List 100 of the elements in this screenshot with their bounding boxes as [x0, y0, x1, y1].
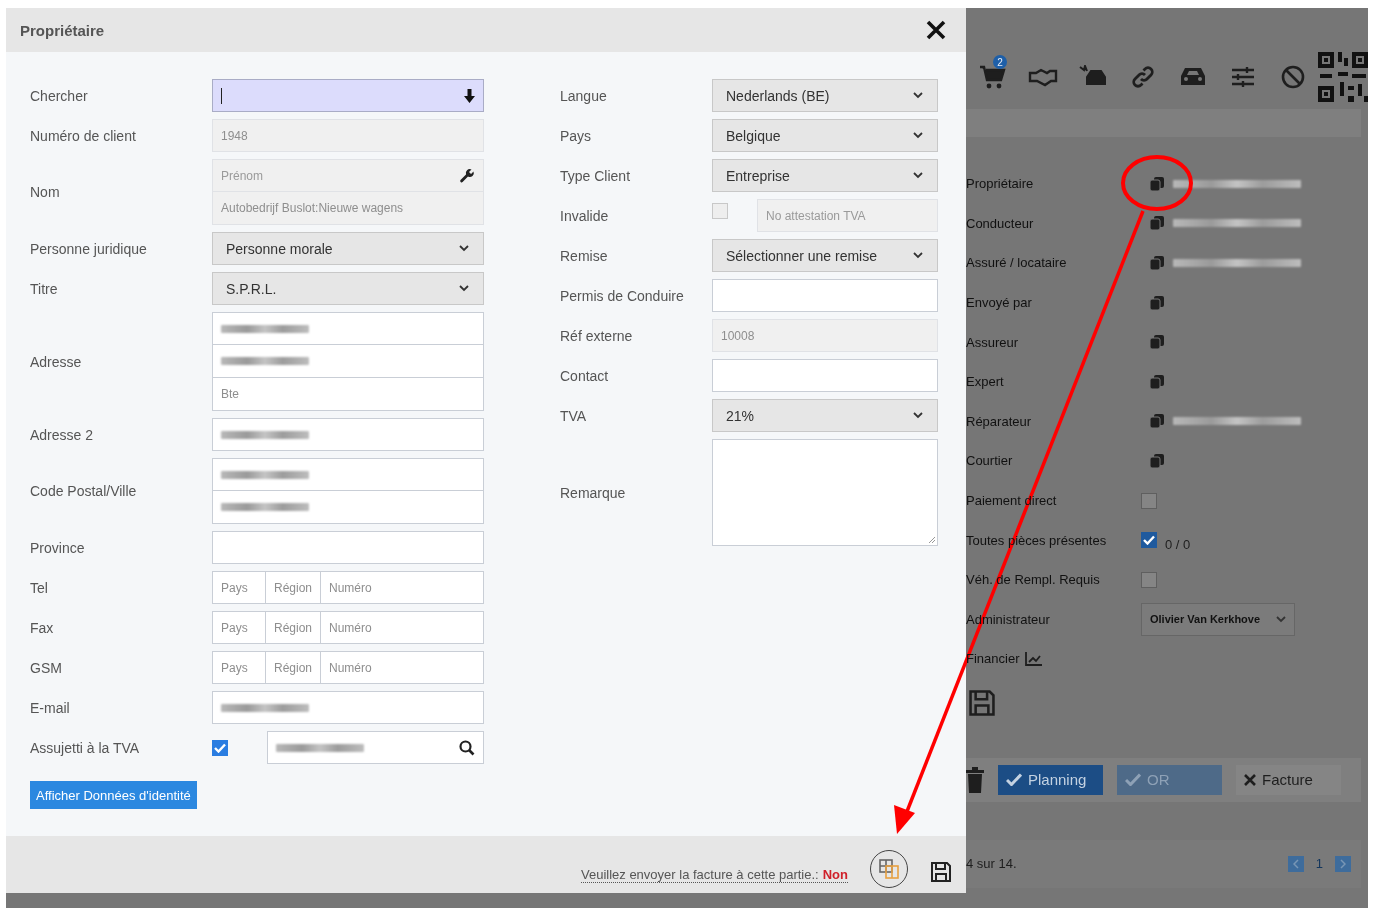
row-label: Réparateur — [966, 413, 1033, 429]
line-chart-icon — [1025, 651, 1043, 666]
checkbox[interactable] — [212, 739, 228, 756]
qr-code-icon — [1318, 52, 1368, 102]
status-button[interactable]: Planning — [998, 764, 1103, 795]
field-label: Remarque — [560, 484, 627, 501]
select-dropdown[interactable]: Nederlands (BE) — [712, 79, 938, 112]
text-field[interactable]: Région — [266, 571, 321, 604]
text-field[interactable] — [212, 531, 484, 564]
field-label: Code Postal/Ville — [30, 483, 138, 499]
select-dropdown[interactable]: Sélectionner une remise — [712, 239, 938, 272]
checkbox[interactable] — [1141, 532, 1157, 549]
field-label: Adresse — [30, 353, 83, 370]
field-label: Type Client — [560, 167, 632, 184]
previous-page-button[interactable] — [1287, 855, 1304, 872]
check-icon — [1006, 773, 1022, 787]
text-field[interactable] — [212, 345, 484, 378]
text-field[interactable]: Numéro — [321, 611, 484, 644]
save-icon — [968, 688, 996, 717]
text-field[interactable] — [212, 491, 484, 524]
field-label: Nom — [30, 184, 61, 200]
text-field[interactable]: Pays — [212, 651, 266, 684]
text-field[interactable] — [212, 691, 484, 724]
count-text: 0 / 0 — [1165, 536, 1191, 552]
text-field[interactable]: Bte — [212, 378, 484, 411]
search-icon — [459, 739, 475, 756]
text-field[interactable] — [267, 731, 484, 764]
field-label: Assujetti à la TVA — [30, 739, 141, 756]
checkbox[interactable] — [1141, 492, 1157, 509]
chevron-down-icon — [459, 245, 469, 252]
copy-icon — [1149, 413, 1165, 430]
grid-icon — [878, 858, 900, 880]
text-field[interactable] — [212, 458, 484, 491]
copy-icon — [1149, 452, 1165, 469]
field-label: Permis de Conduire — [560, 287, 685, 304]
link-icon — [1131, 65, 1155, 89]
field-label: Langue — [560, 87, 608, 104]
copy-icon — [1149, 294, 1165, 311]
field-label: E-mail — [30, 699, 71, 716]
field-label: Fax — [30, 619, 55, 636]
layout-button[interactable] — [870, 850, 908, 888]
field-label: Personne juridique — [30, 240, 148, 257]
row-label: Financier — [966, 651, 1020, 667]
wrench-icon — [459, 167, 475, 184]
check-icon — [1143, 535, 1155, 546]
copy-icon — [1149, 373, 1165, 390]
row-label: Conducteur — [966, 215, 1035, 231]
row-label: Envoyé par — [966, 295, 1033, 311]
save-button[interactable] — [930, 861, 952, 883]
close-button[interactable] — [926, 20, 946, 40]
chevron-right-icon — [1340, 858, 1346, 869]
chevron-down-icon — [913, 92, 923, 99]
copy-icon — [1149, 175, 1165, 192]
select-dropdown[interactable]: Olivier Van Kerkhove — [1141, 602, 1295, 636]
row-label: Courtier — [966, 453, 1014, 469]
text-field[interactable]: Région — [266, 611, 321, 644]
check-icon — [214, 742, 226, 753]
select-dropdown[interactable]: Personne morale — [212, 232, 484, 265]
page-number[interactable]: 1 — [1315, 856, 1323, 872]
check-icon — [1125, 773, 1141, 787]
chevron-down-icon — [913, 132, 923, 139]
down-arrow-icon — [464, 88, 475, 103]
text-field[interactable]: Région — [266, 651, 321, 684]
field-label: Réf externe — [560, 327, 634, 344]
search-field[interactable] — [212, 79, 484, 112]
row-label: Assureur — [966, 334, 1020, 350]
select-dropdown[interactable]: S.P.R.L. — [212, 272, 484, 305]
text-field[interactable] — [212, 312, 484, 345]
checkbox[interactable] — [1141, 571, 1157, 588]
field-label: Pays — [560, 127, 593, 144]
field-label: TVA — [560, 407, 588, 424]
text-field[interactable] — [712, 279, 938, 312]
identity-button[interactable]: Afficher Données d'identité — [30, 781, 197, 809]
select-dropdown[interactable]: Belgique — [712, 119, 938, 152]
field-label: GSM — [30, 659, 63, 676]
copy-icon — [1149, 215, 1165, 232]
sliders-icon — [1231, 67, 1255, 87]
field-label: Contact — [560, 367, 610, 384]
field-label: Invalide — [560, 207, 610, 224]
field-label: Province — [30, 539, 86, 556]
cart-badge: 2 — [993, 55, 1007, 69]
textarea-field[interactable] — [712, 439, 938, 546]
text-field[interactable] — [712, 359, 938, 392]
chevron-down-icon — [913, 412, 923, 419]
next-page-button[interactable] — [1335, 855, 1351, 872]
select-dropdown[interactable]: Entreprise — [712, 159, 938, 192]
select-dropdown[interactable]: 21% — [712, 399, 938, 432]
text-field[interactable] — [212, 418, 484, 451]
cart-icon — [980, 65, 1006, 89]
text-field[interactable]: Numéro — [321, 571, 484, 604]
text-field[interactable]: Pays — [212, 571, 266, 604]
resize-grip-icon — [928, 536, 936, 544]
close-icon — [926, 20, 946, 40]
text-field[interactable]: Pays — [212, 611, 266, 644]
status-button[interactable]: Facture — [1236, 764, 1341, 795]
text-field[interactable]: Numéro — [321, 651, 484, 684]
handshake-icon — [1028, 67, 1058, 87]
field-label: Adresse 2 — [30, 426, 95, 443]
annotation-circle — [1121, 155, 1193, 211]
field-label: Chercher — [30, 87, 89, 104]
